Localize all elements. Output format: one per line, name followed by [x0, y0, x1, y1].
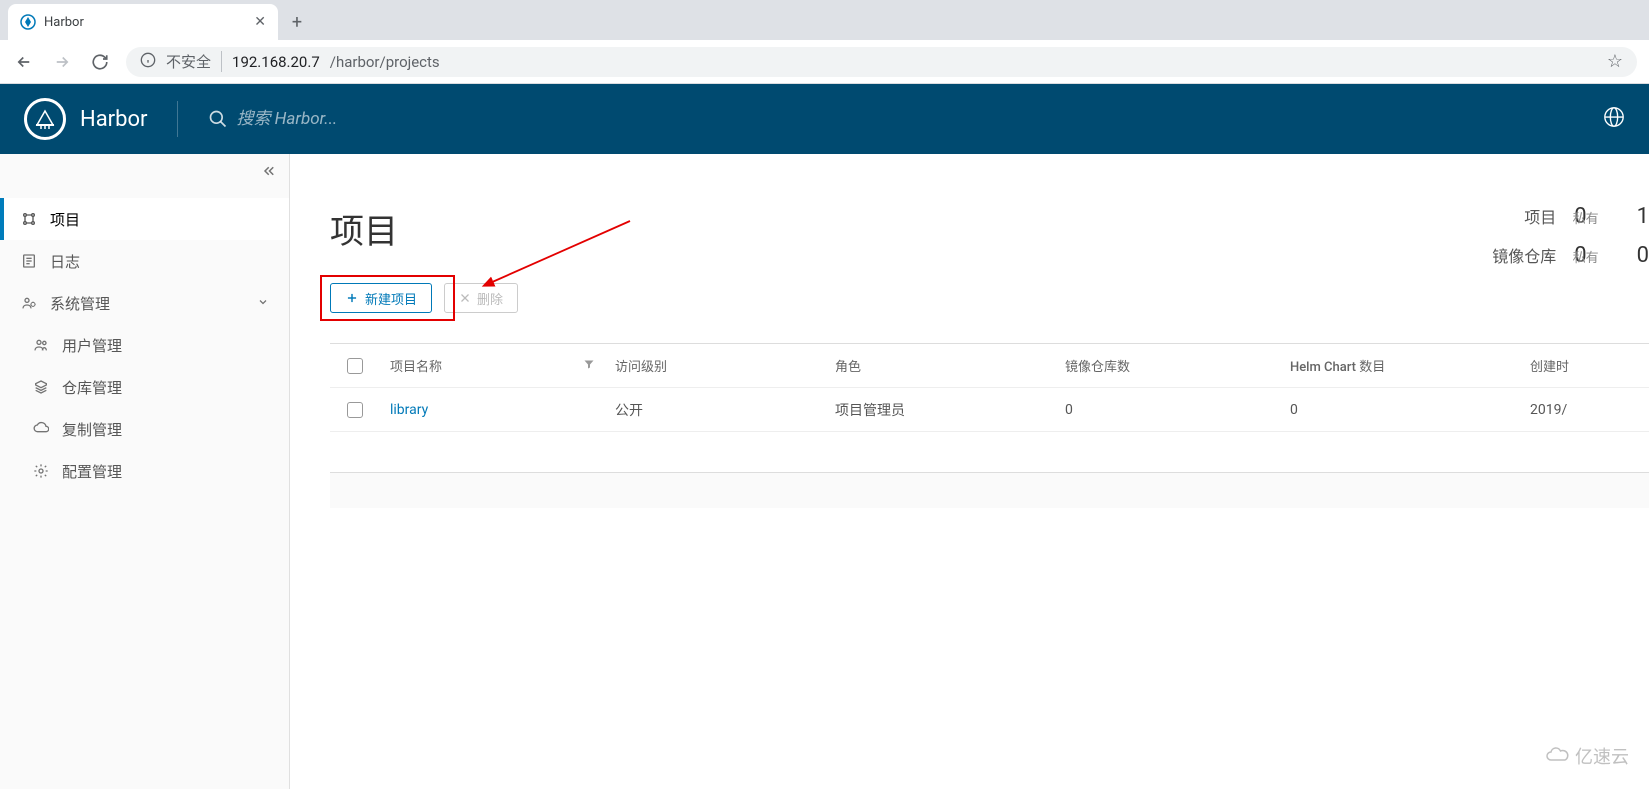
reload-button[interactable] — [88, 50, 112, 74]
registry-icon — [32, 379, 50, 395]
col-role[interactable]: 角色 — [825, 356, 1055, 375]
app-header: Harbor — [0, 84, 1649, 154]
browser-tab-strip: Harbor ✕ + — [0, 0, 1649, 40]
plus-icon — [345, 291, 359, 305]
col-repos[interactable]: 镜像仓库数 — [1055, 356, 1280, 375]
sidebar-item-label: 日志 — [50, 251, 80, 272]
watermark: 亿速云 — [1543, 743, 1629, 769]
delete-button[interactable]: 删除 — [444, 283, 518, 313]
col-created[interactable]: 创建时 — [1520, 356, 1649, 375]
main-content: 项目 项目 0私有 1 镜像仓库 0私有 0 新建项目 — [290, 154, 1649, 789]
cell-role: 项目管理员 — [825, 400, 1055, 420]
info-icon[interactable] — [140, 52, 156, 72]
table-footer — [330, 472, 1649, 508]
harbor-logo[interactable]: Harbor — [24, 98, 147, 140]
sidebar-item-label: 配置管理 — [62, 461, 122, 482]
admin-icon — [20, 295, 38, 311]
select-all-checkbox[interactable] — [347, 358, 363, 374]
stats-panel: 项目 0私有 1 镜像仓库 0私有 0 — [1399, 204, 1649, 282]
sidebar-item-projects[interactable]: 项目 — [0, 198, 289, 240]
header-divider — [177, 101, 178, 137]
sidebar-item-replication[interactable]: 复制管理 — [0, 408, 289, 450]
col-name[interactable]: 项目名称 — [380, 356, 605, 375]
sidebar-item-config[interactable]: 配置管理 — [0, 450, 289, 492]
projects-icon — [20, 211, 38, 227]
stat-repos-label: 镜像仓库 — [1492, 243, 1556, 267]
new-tab-button[interactable]: + — [282, 7, 312, 37]
table-header-row: 项目名称 访问级别 角色 镜像仓库数 Helm Chart 数目 创建时 — [330, 344, 1649, 388]
project-link[interactable]: library — [390, 402, 428, 418]
harbor-logo-icon — [24, 98, 66, 140]
delete-label: 删除 — [477, 289, 503, 308]
stat-repos-unit: 私有 — [1573, 251, 1599, 266]
browser-toolbar: 不安全 192.168.20.7/harbor/projects ☆ — [0, 40, 1649, 84]
table-row[interactable]: library 公开 项目管理员 0 0 2019/ — [330, 388, 1649, 432]
search-icon — [208, 109, 228, 129]
sidebar-item-logs[interactable]: 日志 — [0, 240, 289, 282]
tab-title: Harbor — [44, 15, 246, 30]
col-access[interactable]: 访问级别 — [605, 356, 825, 375]
address-bar[interactable]: 不安全 192.168.20.7/harbor/projects ☆ — [126, 47, 1637, 77]
row-checkbox[interactable] — [347, 402, 363, 418]
url-path: /harbor/projects — [330, 53, 440, 71]
browser-tab[interactable]: Harbor ✕ — [8, 4, 278, 40]
stat-projects-label: 项目 — [1524, 204, 1556, 228]
stat-projects-unit: 私有 — [1573, 212, 1599, 227]
cell-access: 公开 — [605, 400, 825, 420]
chevron-down-icon — [257, 294, 269, 312]
tab-favicon-icon — [20, 14, 36, 30]
sidebar-item-users[interactable]: 用户管理 — [0, 324, 289, 366]
action-bar: 新建项目 删除 — [330, 283, 1649, 313]
forward-button[interactable] — [50, 50, 74, 74]
brand-name: Harbor — [80, 107, 147, 132]
new-project-button[interactable]: 新建项目 — [330, 283, 432, 313]
cell-helm: 0 — [1280, 402, 1520, 418]
col-helm[interactable]: Helm Chart 数目 — [1280, 356, 1520, 375]
back-button[interactable] — [12, 50, 36, 74]
bookmark-icon[interactable]: ☆ — [1607, 51, 1623, 72]
sidebar-item-registries[interactable]: 仓库管理 — [0, 366, 289, 408]
security-status: 不安全 — [166, 51, 222, 72]
users-icon — [32, 337, 50, 353]
sidebar-item-label: 复制管理 — [62, 419, 122, 440]
new-project-label: 新建项目 — [365, 289, 417, 308]
cell-created: 2019/ — [1520, 402, 1649, 418]
filter-icon[interactable] — [583, 358, 595, 374]
replication-icon — [32, 421, 50, 437]
sidebar: 项目 日志 系统管理 用户管理 仓库管理 复制管理 — [0, 154, 290, 789]
sidebar-item-label: 项目 — [50, 209, 80, 230]
logs-icon — [20, 253, 38, 269]
sidebar-item-label: 用户管理 — [62, 335, 122, 356]
close-icon — [459, 292, 471, 304]
search-input[interactable] — [236, 109, 536, 129]
stat-repos-extra: 0 — [1637, 243, 1649, 268]
close-tab-icon[interactable]: ✕ — [254, 14, 266, 30]
language-icon[interactable] — [1603, 106, 1625, 133]
projects-table: 项目名称 访问级别 角色 镜像仓库数 Helm Chart 数目 创建时 lib… — [330, 343, 1649, 508]
sidebar-item-admin[interactable]: 系统管理 — [0, 282, 289, 324]
collapse-sidebar-icon[interactable] — [259, 162, 277, 184]
url-host: 192.168.20.7 — [232, 53, 320, 71]
sidebar-item-label: 系统管理 — [50, 293, 110, 314]
stat-projects-extra: 1 — [1637, 204, 1649, 229]
sidebar-item-label: 仓库管理 — [62, 377, 122, 398]
global-search[interactable] — [208, 109, 1583, 129]
gear-icon — [32, 463, 50, 479]
cell-repos: 0 — [1055, 402, 1280, 418]
